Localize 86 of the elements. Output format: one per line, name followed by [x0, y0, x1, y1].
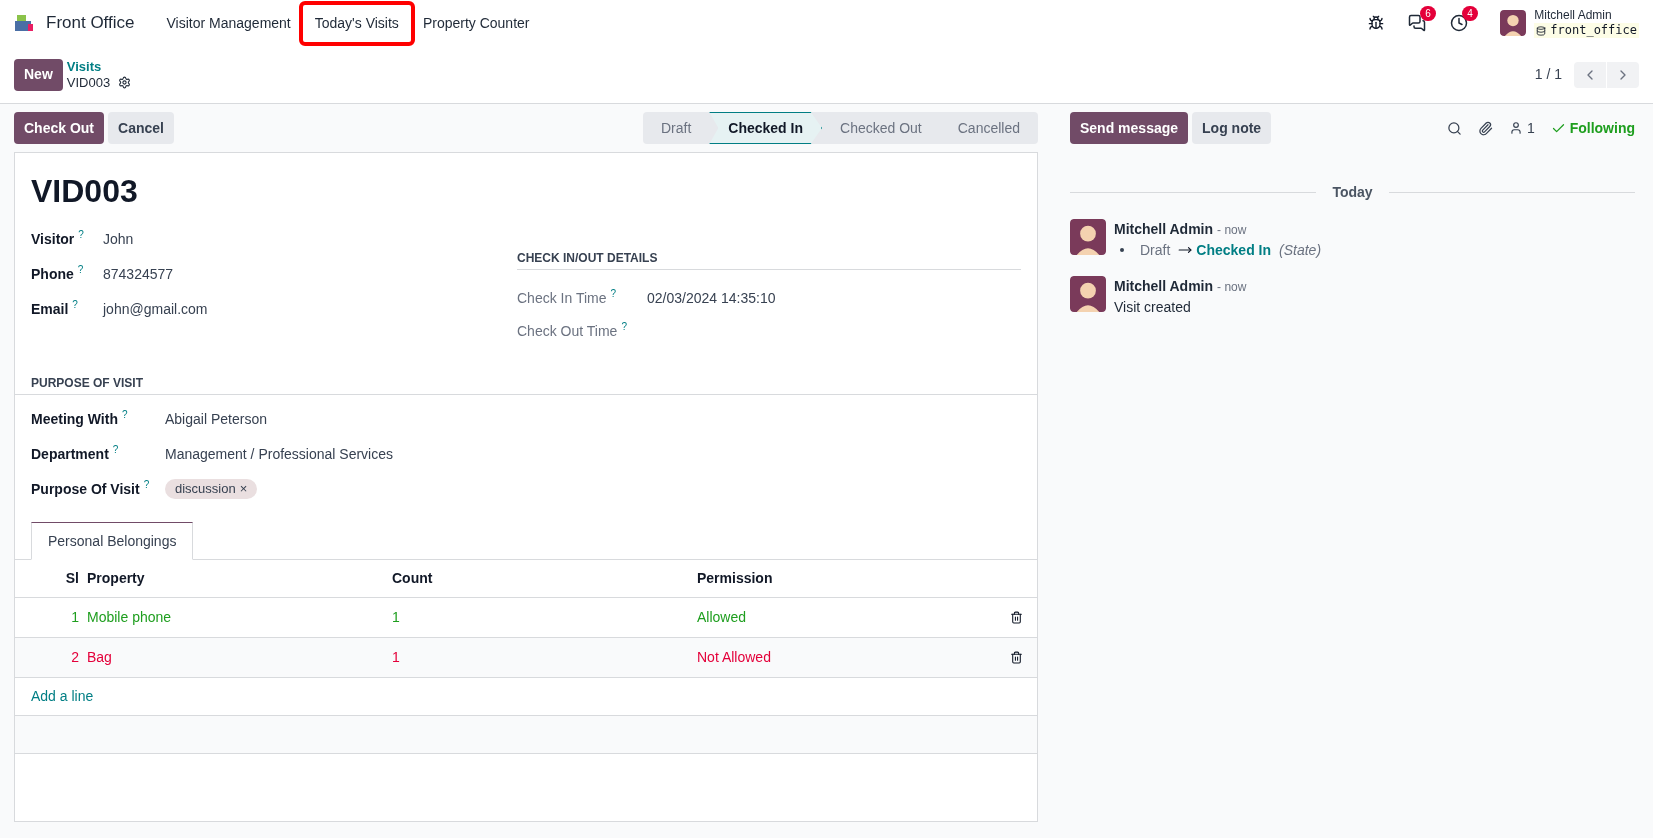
avatar-icon — [1070, 276, 1106, 312]
table-row[interactable]: 1 Mobile phone 1 Allowed — [15, 597, 1037, 637]
search-icon[interactable] — [1446, 120, 1462, 136]
menu-item[interactable]: Visitor Management — [154, 4, 303, 42]
record-title: VID003 — [31, 172, 139, 211]
field-label: Purpose Of Visit — [31, 480, 140, 499]
person-icon[interactable] — [1508, 121, 1523, 135]
field-value: john@gmail.com — [103, 300, 208, 319]
user-name[interactable]: Mitchell Admin — [1534, 8, 1639, 23]
section-heading: CHECK IN/OUT DETAILS — [517, 249, 1021, 270]
help-mark[interactable]: ? — [78, 229, 84, 240]
author-name[interactable]: Mitchell Admin — [1114, 219, 1214, 239]
tag[interactable]: discussion × — [165, 479, 258, 499]
field-value: 874324577 — [103, 265, 174, 284]
column-header[interactable]: Property — [87, 560, 392, 597]
send-message-button[interactable]: Send message — [1070, 112, 1189, 144]
tracked-field: (State) — [1279, 240, 1322, 260]
check-out-button[interactable]: Check Out — [14, 112, 104, 144]
avatar-icon — [1070, 219, 1106, 255]
menu-item[interactable]: Property Counter — [410, 4, 542, 42]
table-cell: Bag — [87, 637, 392, 677]
remove-tag-button[interactable]: × — [239, 479, 248, 499]
field-label: Email — [31, 300, 69, 319]
field-label: Visitor — [31, 230, 75, 249]
field-value: Management / Professional Services — [165, 445, 393, 464]
table-cell: Allowed — [697, 597, 1002, 637]
notebook-tab[interactable]: Personal Belongings — [31, 522, 194, 560]
trash-icon[interactable] — [1010, 611, 1023, 625]
status-stage[interactable]: Draft — [642, 112, 710, 144]
field-label: Meeting With — [31, 410, 118, 429]
app-name[interactable]: Front Office — [46, 10, 135, 36]
status-stage[interactable]: Cancelled — [939, 112, 1038, 144]
status-stage[interactable]: Checked Out — [822, 112, 940, 144]
field-label: Check In Time — [517, 289, 607, 308]
bug-icon[interactable] — [1368, 15, 1385, 31]
help-mark[interactable]: ? — [112, 444, 119, 455]
table-cell: 1 — [392, 597, 697, 637]
settings-icon[interactable] — [118, 76, 132, 89]
table-cell: Mobile phone — [87, 597, 392, 637]
help-mark[interactable]: ? — [77, 264, 84, 275]
field-label: Check Out Time — [517, 322, 618, 341]
table-row[interactable]: 2 Bag 1 Not Allowed — [15, 637, 1037, 677]
breadcrumb-link[interactable]: Visits — [66, 58, 132, 75]
tag-label: discussion — [175, 480, 236, 498]
trash-icon[interactable] — [1010, 651, 1023, 665]
database-badge: front_office — [1534, 23, 1639, 38]
log-note-button[interactable]: Log note — [1192, 112, 1272, 144]
old-value: Draft — [1140, 241, 1171, 260]
record-name: VID003 — [66, 74, 111, 91]
help-mark[interactable]: ? — [122, 409, 128, 420]
new-button[interactable]: New — [14, 58, 63, 91]
table-cell: 1 — [392, 637, 697, 677]
author-name[interactable]: Mitchell Admin — [1114, 276, 1214, 296]
new-value: Checked In — [1196, 241, 1272, 260]
cash-register-icon — [14, 14, 34, 32]
message-body: Visit created — [1114, 298, 1192, 317]
column-header[interactable]: Count — [392, 560, 697, 597]
date-separator: Today — [1332, 183, 1373, 202]
field-value: John — [103, 230, 134, 249]
avatar-icon — [1500, 10, 1527, 36]
activities-badge: 4 — [1462, 6, 1478, 21]
table-cell: 1 — [15, 597, 87, 637]
field-value: Abigail Peterson — [165, 410, 267, 429]
field-label: Department — [31, 445, 109, 464]
add-line-link[interactable]: Add a line — [31, 687, 94, 704]
messages-badge: 6 — [1420, 6, 1436, 21]
help-mark[interactable]: ? — [72, 299, 78, 310]
table-cell: Not Allowed — [697, 637, 1002, 677]
help-mark[interactable]: ? — [621, 321, 627, 332]
field-value: 02/03/2024 14:35:10 — [647, 289, 776, 308]
column-header[interactable]: Permission — [697, 560, 1002, 597]
table-cell: 2 — [15, 637, 87, 677]
section-heading: PURPOSE OF VISIT — [15, 374, 1037, 395]
chat-icon[interactable] — [1408, 14, 1427, 32]
clock-icon[interactable] — [1450, 14, 1469, 32]
paperclip-icon[interactable] — [1477, 120, 1493, 136]
status-stage[interactable]: Checked In — [709, 112, 822, 144]
column-header[interactable]: Sl — [15, 560, 87, 597]
message-time: - now — [1217, 279, 1247, 296]
message-time: - now — [1217, 222, 1247, 239]
help-mark[interactable]: ? — [143, 479, 150, 490]
cancel-button[interactable]: Cancel — [108, 112, 174, 144]
help-mark[interactable]: ? — [610, 288, 617, 299]
pager-value: 1 / 1 — [1534, 65, 1562, 84]
field-label: Phone — [31, 265, 74, 284]
followers-count[interactable]: 1 — [1526, 117, 1535, 139]
